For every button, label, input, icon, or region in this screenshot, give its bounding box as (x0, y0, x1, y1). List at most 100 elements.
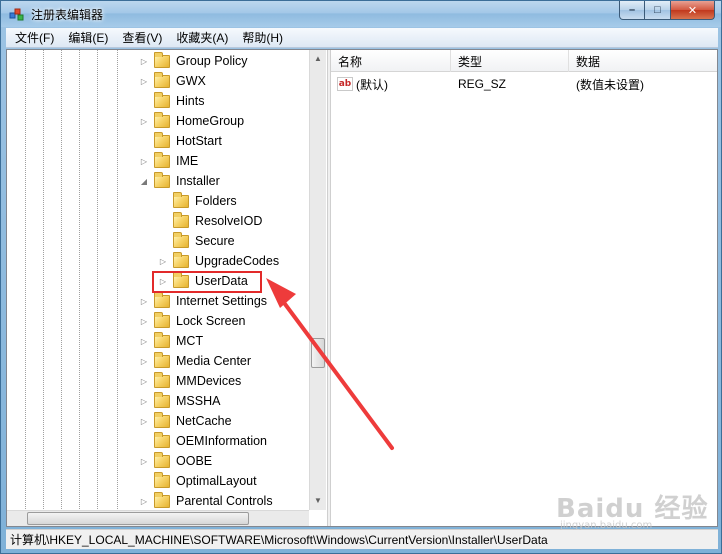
column-header-type[interactable]: 类型 (451, 50, 569, 72)
tree-node[interactable]: Hints (138, 91, 206, 111)
expand-arrow-icon[interactable]: ▷ (138, 155, 150, 167)
tree-node[interactable]: ▷ Group Policy (138, 51, 250, 71)
tree-node-label: OOBE (176, 454, 213, 468)
tree-node[interactable]: ▷ HomeGroup (138, 111, 246, 131)
menu-favorites[interactable]: 收藏夹(A) (167, 29, 233, 46)
status-path: 计算机\HKEY_LOCAL_MACHINE\SOFTWARE\Microsof… (10, 533, 548, 547)
tree-node-label: Group Policy (176, 54, 248, 68)
expand-arrow-icon[interactable]: ▷ (138, 455, 150, 467)
tree-node-label: Media Center (176, 354, 252, 368)
tree-node[interactable]: ▷ IME (138, 151, 200, 171)
tree-node[interactable]: ▷ Lock Screen (138, 311, 247, 331)
folder-icon (154, 351, 170, 368)
tree-node[interactable]: ▷ Internet Settings (138, 291, 269, 311)
tree-node[interactable]: ▷ NetCache (138, 411, 234, 431)
tree-node-label: Secure (195, 234, 235, 248)
expand-arrow-icon[interactable]: ▷ (138, 355, 150, 367)
expand-arrow-icon[interactable]: ▷ (138, 115, 150, 127)
menu-file[interactable]: 文件(F) (6, 29, 59, 46)
menu-view[interactable]: 查看(V) (113, 29, 167, 46)
annotation-highlight-box (152, 271, 262, 293)
tree-node-label: Lock Screen (176, 314, 246, 328)
tree-node[interactable]: ◢ Installer (138, 171, 222, 191)
collapse-arrow-icon[interactable]: ◢ (138, 175, 150, 187)
folder-icon (154, 491, 170, 508)
tree-node[interactable]: ▷ MCT (138, 331, 205, 351)
tree-node-label: IME (176, 154, 199, 168)
tree-node[interactable]: HotStart (138, 131, 224, 151)
expand-arrow-icon[interactable]: ▷ (138, 335, 150, 347)
folder-icon (154, 91, 170, 108)
tree-node-label: Installer (176, 174, 220, 188)
tree-node[interactable]: ▷ OOBE (138, 451, 214, 471)
expand-arrow-icon[interactable]: ▷ (138, 75, 150, 87)
tree-node[interactable]: OptimalLayout (138, 471, 259, 491)
column-header-name[interactable]: 名称 (331, 50, 451, 72)
folder-icon (154, 291, 170, 308)
tree-node[interactable]: ▷ Media Center (138, 351, 253, 371)
menu-edit[interactable]: 编辑(E) (59, 29, 113, 46)
expand-arrow-icon[interactable]: ▷ (138, 315, 150, 327)
baidu-watermark: Baidu 经验 jingyan.baidu.com (556, 488, 716, 538)
value-data: (数值未设置) (576, 77, 644, 92)
scroll-down-arrow-icon[interactable]: ▼ (310, 492, 326, 508)
minimize-button[interactable]: – (619, 1, 645, 20)
menu-bar: 文件(F) 编辑(E) 查看(V) 收藏夹(A) 帮助(H) (6, 28, 718, 48)
expand-arrow-icon[interactable]: ▷ (138, 55, 150, 67)
tree-node[interactable]: ResolveIOD (157, 211, 264, 231)
tree-node-label: Internet Settings (176, 294, 268, 308)
column-header-data[interactable]: 数据 (569, 50, 717, 72)
value-name: (默认) (356, 77, 388, 92)
expand-arrow-icon[interactable]: ▷ (138, 295, 150, 307)
tree-node-label: MSSHA (176, 394, 221, 408)
registry-tree-pane[interactable]: ▷ Group Policy ▷ GWX Hints ▷ HomeGroup HotStart… (7, 50, 327, 526)
tree-node-label: Hints (176, 94, 205, 108)
tree-node[interactable]: OEMInformation (138, 431, 269, 451)
folder-icon (154, 391, 170, 408)
folder-icon (154, 451, 170, 468)
expand-arrow-icon[interactable]: ▷ (157, 255, 169, 267)
folder-icon (173, 251, 189, 268)
folder-icon (154, 411, 170, 428)
window-title: 注册表编辑器 (31, 8, 104, 22)
tree-vscroll-thumb[interactable] (311, 338, 325, 368)
tree-node[interactable]: ▷ MSSHA (138, 391, 222, 411)
maximize-button[interactable]: □ (645, 1, 671, 20)
menu-help[interactable]: 帮助(H) (233, 29, 288, 46)
tree-node[interactable]: ▷ GWX (138, 71, 208, 91)
folder-icon (154, 151, 170, 168)
folder-icon (154, 471, 170, 488)
expand-arrow-icon[interactable]: ▷ (138, 495, 150, 507)
expand-arrow-icon[interactable]: ▷ (138, 375, 150, 387)
scroll-up-arrow-icon[interactable]: ▲ (310, 50, 326, 66)
values-list-pane[interactable]: 名称 类型 数据 ab (默认) REG_SZ (数值未设置) (331, 50, 717, 526)
folder-icon (154, 331, 170, 348)
list-item[interactable]: ab (默认) REG_SZ (数值未设置) (331, 74, 717, 94)
string-value-icon: ab (337, 77, 353, 91)
title-bar[interactable]: 注册表编辑器 – □ ✕ (1, 1, 721, 27)
tree-node-label: OptimalLayout (176, 474, 257, 488)
tree-node-label: HotStart (176, 134, 222, 148)
tree-node[interactable]: Secure (157, 231, 237, 251)
tree-node[interactable]: ▷ MMDevices (138, 371, 243, 391)
value-type: REG_SZ (458, 77, 507, 91)
registry-editor-window: 注册表编辑器 – □ ✕ 文件(F) 编辑(E) 查看(V) 收藏夹(A) 帮助… (0, 0, 722, 554)
watermark-url: jingyan.baidu.com (560, 520, 653, 531)
tree-node[interactable]: Folders (157, 191, 239, 211)
expand-arrow-icon[interactable]: ▷ (138, 415, 150, 427)
tree-node-label: Folders (195, 194, 237, 208)
tree-vertical-scrollbar[interactable]: ▲ ▼ (309, 50, 326, 510)
tree-horizontal-scrollbar[interactable] (7, 510, 309, 526)
tree-node[interactable]: ▷ Parental Controls (138, 491, 275, 511)
close-button[interactable]: ✕ (671, 1, 715, 20)
tree-node[interactable]: ▷ UpgradeCodes (157, 251, 281, 271)
tree-hscroll-thumb[interactable] (27, 512, 249, 525)
folder-icon (173, 211, 189, 228)
expand-arrow-icon[interactable]: ▷ (138, 395, 150, 407)
folder-icon (154, 111, 170, 128)
